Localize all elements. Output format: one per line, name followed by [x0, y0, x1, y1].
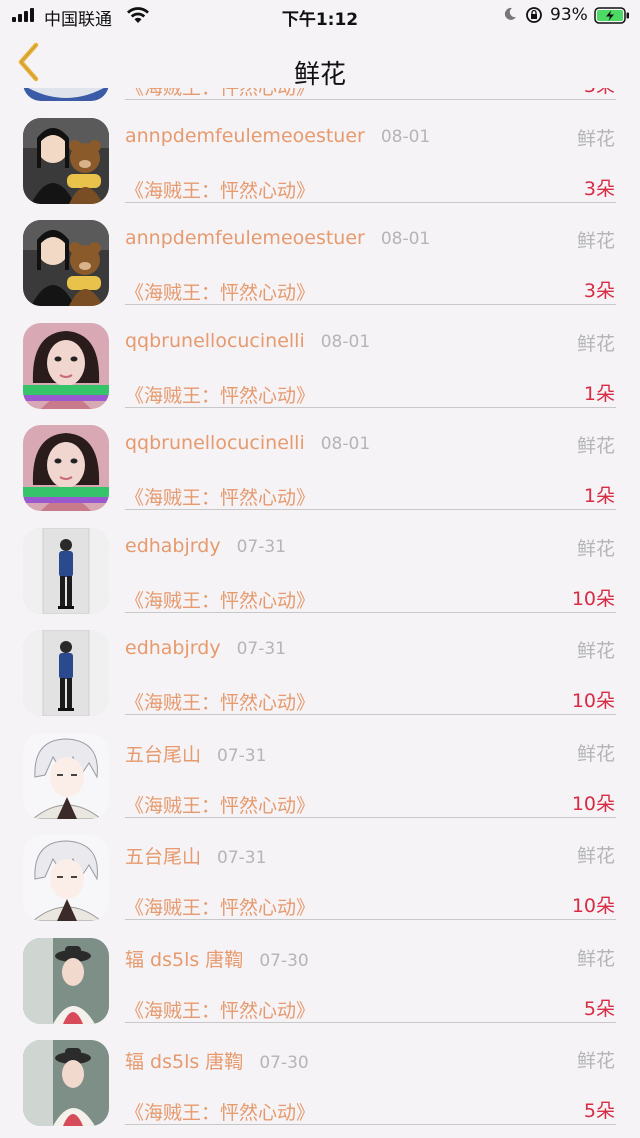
gift-type-label: 鲜花	[576, 230, 615, 252]
avatar[interactable]	[23, 732, 109, 819]
flower-count: 3朵	[583, 177, 615, 200]
user-name: edhabjrdy 07-31	[125, 535, 286, 557]
user-name: annpdemfeulemeoestuer 08-01	[125, 125, 430, 147]
gift-date: 08-01	[380, 229, 431, 249]
book-title: 《海贼王：怦然心动》	[125, 1102, 316, 1124]
user-name-text: qqbrunellocucinelli	[125, 432, 305, 454]
avatar[interactable]	[23, 425, 109, 511]
user-name: qqbrunellocucinelli 08-01	[125, 432, 370, 454]
flower-count: 10朵	[571, 895, 615, 917]
user-name-text: 五台尾山	[125, 846, 202, 868]
book-title: 《海贼王：怦然心动》	[125, 692, 316, 714]
book-title: 《海贼王：怦然心动》	[125, 999, 316, 1022]
user-name-text: 辐 ds5ls 唐鞫	[125, 948, 244, 971]
gift-type-label: 鲜花	[576, 435, 615, 457]
battery-charging-icon	[594, 7, 629, 24]
user-name-text: edhabjrdy	[125, 534, 221, 557]
list-item[interactable]: 五台尾山 07-31 鲜花 《海贼王：怦然心动》 10朵	[0, 713, 640, 819]
user-name: 五台尾山 07-31	[125, 842, 266, 869]
user-name-text: 五台尾山	[125, 743, 202, 766]
avatar[interactable]	[23, 322, 109, 409]
flower-count: 1朵	[583, 382, 615, 405]
user-name-text: qqbrunellocucinelli	[125, 329, 305, 352]
avatar[interactable]	[23, 1040, 109, 1126]
user-name: annpdemfeulemeoestuer 08-01	[125, 227, 430, 249]
gift-type-label: 鲜花	[576, 947, 615, 970]
user-name-text: 辐 ds5ls 唐鞫	[125, 1051, 244, 1073]
flower-count: 3朵	[583, 280, 615, 302]
flower-count: 10朵	[571, 792, 615, 815]
user-name: qqbrunellocucinelli 08-01	[125, 330, 370, 352]
flower-count: 10朵	[571, 690, 615, 712]
gift-type-label: 鲜花	[576, 640, 615, 662]
gift-type-label: 鲜花	[576, 332, 615, 355]
list-item[interactable]: edhabjrdy 07-31 鲜花 《海贼王：怦然心动》 10朵	[0, 508, 640, 614]
gift-type-label: 鲜花	[576, 537, 615, 560]
book-title: 《海贼王：怦然心动》	[125, 897, 316, 919]
user-name-text: annpdemfeulemeoestuer	[125, 124, 365, 147]
list-item[interactable]: annpdemfeulemeoestuer 08-01 鲜花 《海贼王：怦然心动》…	[0, 200, 640, 306]
flower-count: 1朵	[583, 485, 615, 507]
list-item[interactable]: 五台尾山 07-31 鲜花 《海贼王：怦然心动》 10朵	[0, 815, 640, 921]
gift-type-label: 鲜花	[576, 127, 615, 150]
navigation-bar: 鲜花	[0, 32, 640, 90]
status-bar: 中国联通 下午1:12 93%	[0, 0, 640, 32]
flower-count: 5朵	[583, 1100, 615, 1122]
book-title: 《海贼王：怦然心动》	[125, 487, 316, 509]
book-title: 《海贼王：怦然心动》	[125, 589, 316, 612]
list-item[interactable]: qqbrunellocucinelli 08-01 鲜花 《海贼王：怦然心动》 1…	[0, 405, 640, 511]
gift-date: 08-01	[320, 331, 371, 352]
user-name: 辐 ds5ls 唐鞫 07-30	[125, 1047, 309, 1074]
gift-date: 07-31	[217, 848, 267, 868]
battery-percent: 93%	[550, 5, 588, 25]
avatar[interactable]	[23, 937, 109, 1024]
book-title: 《海贼王：怦然心动》	[125, 179, 316, 202]
user-name: 五台尾山 07-31	[125, 740, 266, 767]
avatar[interactable]	[23, 220, 109, 306]
gift-date: 07-30	[259, 1053, 309, 1073]
gift-type-label: 鲜花	[576, 1050, 615, 1072]
gift-date: 07-31	[236, 639, 286, 659]
list-item[interactable]: 辐 ds5ls 唐鞫 07-30 鲜花 《海贼王：怦然心动》 5朵	[0, 918, 640, 1024]
gift-date: 07-31	[217, 745, 267, 766]
clock: 下午1:12	[281, 10, 359, 30]
flower-count: 5朵	[583, 997, 615, 1020]
avatar[interactable]	[23, 835, 109, 921]
user-name-text: edhabjrdy	[125, 637, 221, 659]
gift-date: 07-31	[236, 536, 286, 557]
gift-date: 08-01	[320, 434, 371, 454]
avatar[interactable]	[23, 630, 109, 716]
book-title: 《海贼王：怦然心动》	[125, 794, 316, 817]
list-item[interactable]: 辐 ds5ls 唐鞫 07-30 鲜花 《海贼王：怦然心动》 5朵	[0, 1020, 640, 1126]
user-name: edhabjrdy 07-31	[125, 637, 286, 659]
gift-type-label: 鲜花	[576, 845, 615, 867]
flower-count: 10朵	[571, 587, 615, 610]
gift-date: 08-01	[380, 126, 431, 147]
avatar[interactable]	[23, 117, 109, 204]
gift-type-label: 鲜花	[576, 742, 615, 765]
list-item[interactable]: edhabjrdy 07-31 鲜花 《海贼王：怦然心动》 10朵	[0, 610, 640, 716]
list-item[interactable]: annpdemfeulemeoestuer 08-01 鲜花 《海贼王：怦然心动》…	[0, 98, 640, 204]
list-item[interactable]: qqbrunellocucinelli 08-01 鲜花 《海贼王：怦然心动》 1…	[0, 303, 640, 409]
rotation-lock-icon	[526, 7, 542, 23]
moon-icon	[504, 7, 516, 20]
gift-date: 07-30	[259, 950, 309, 971]
flower-list: 《海贼王：怦然心动》 3朵 annpdemfeulemeoestuer 08-01	[0, 0, 640, 1126]
user-name: 辐 ds5ls 唐鞫 07-30	[125, 945, 309, 972]
page-title: 鲜花	[293, 60, 346, 90]
row-divider	[125, 1124, 616, 1125]
book-title: 《海贼王：怦然心动》	[125, 282, 316, 304]
book-title: 《海贼王：怦然心动》	[125, 384, 316, 407]
user-name-text: annpdemfeulemeoestuer	[125, 227, 365, 249]
avatar[interactable]	[23, 527, 109, 614]
